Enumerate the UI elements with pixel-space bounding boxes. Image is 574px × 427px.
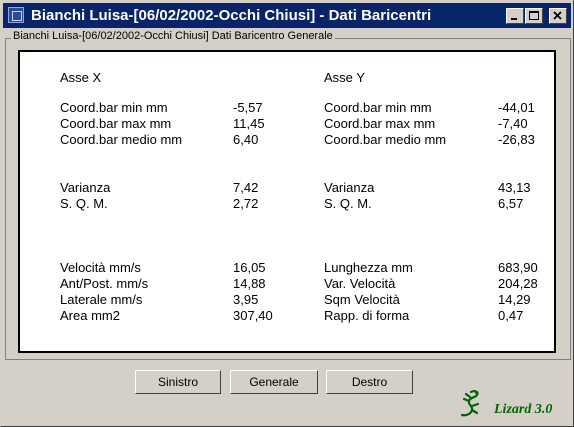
minimize-icon xyxy=(511,18,517,20)
asse-x-label: Coord.bar medio mm xyxy=(60,132,183,147)
maximize-icon xyxy=(529,11,539,20)
asse-y-label: Sqm Velocità xyxy=(324,292,400,307)
asse-y-label: Coord.bar min mm xyxy=(324,100,432,115)
asse-x-label: S. Q. M. xyxy=(60,196,108,211)
data-panel: Asse X Coord.bar min mm -5,57 Coord.bar … xyxy=(18,50,556,353)
asse-y-label: S. Q. M. xyxy=(324,196,372,211)
group-label: Bianchi Luisa-[06/02/2002-Occhi Chiusi] … xyxy=(11,30,335,42)
asse-y-value: -44,01 xyxy=(498,100,535,115)
asse-x-value: 14,88 xyxy=(233,276,266,291)
asse-y-label: Varianza xyxy=(324,180,375,195)
asse-y-value: -26,83 xyxy=(498,132,535,147)
sinistro-button[interactable]: Sinistro xyxy=(135,370,221,394)
asse-y-label: Coord.bar max mm xyxy=(324,116,436,131)
asse-x-label: Varianza xyxy=(60,180,111,195)
asse-y-value: 6,57 xyxy=(498,196,524,211)
title-bar[interactable]: Bianchi Luisa-[06/02/2002-Occhi Chiusi] … xyxy=(3,3,571,28)
close-icon xyxy=(553,11,562,20)
minimize-button[interactable] xyxy=(506,8,524,24)
maximize-button[interactable] xyxy=(525,8,543,24)
close-button[interactable] xyxy=(549,8,567,24)
destro-button[interactable]: Destro xyxy=(326,370,413,394)
asse-x-value: 2,72 xyxy=(233,196,259,211)
app-icon[interactable] xyxy=(8,7,24,23)
asse-x-value: 6,40 xyxy=(233,132,259,147)
asse-x-label: Laterale mm/s xyxy=(60,292,143,307)
generale-button[interactable]: Generale xyxy=(230,370,318,394)
asse-x-label: Ant/Post. mm/s xyxy=(60,276,149,291)
asse-y-value: 683,90 xyxy=(498,260,538,275)
asse-x-label: Coord.bar max mm xyxy=(60,116,172,131)
asse-y-value: 204,28 xyxy=(498,276,538,291)
asse-x-header: Asse X xyxy=(60,70,102,85)
asse-y-label: Var. Velocità xyxy=(324,276,396,291)
asse-x-value: 307,40 xyxy=(233,308,273,323)
asse-y-value: 14,29 xyxy=(498,292,531,307)
asse-y-label: Lunghezza mm xyxy=(324,260,413,275)
asse-x-label: Coord.bar min mm xyxy=(60,100,168,115)
asse-y-value: 43,13 xyxy=(498,180,531,195)
asse-y-label: Coord.bar medio mm xyxy=(324,132,447,147)
asse-x-label: Area mm2 xyxy=(60,308,120,323)
lizard-icon xyxy=(460,390,480,417)
asse-y-value: 0,47 xyxy=(498,308,524,323)
asse-x-value: -5,57 xyxy=(233,100,263,115)
asse-x-value: 11,45 xyxy=(233,116,265,131)
window-title: Bianchi Luisa-[06/02/2002-Occhi Chiusi] … xyxy=(31,7,432,24)
asse-y-label: Rapp. di forma xyxy=(324,308,410,323)
logo-text: Lizard 3.0 xyxy=(494,402,553,417)
asse-x-value: 3,95 xyxy=(233,292,259,307)
asse-y-value: -7,40 xyxy=(498,116,528,131)
asse-x-label: Velocità mm/s xyxy=(60,260,141,275)
asse-y-header: Asse Y xyxy=(324,70,365,85)
asse-x-value: 16,05 xyxy=(233,260,266,275)
asse-x-value: 7,42 xyxy=(233,180,259,195)
main-window: Bianchi Luisa-[06/02/2002-Occhi Chiusi] … xyxy=(0,0,574,427)
